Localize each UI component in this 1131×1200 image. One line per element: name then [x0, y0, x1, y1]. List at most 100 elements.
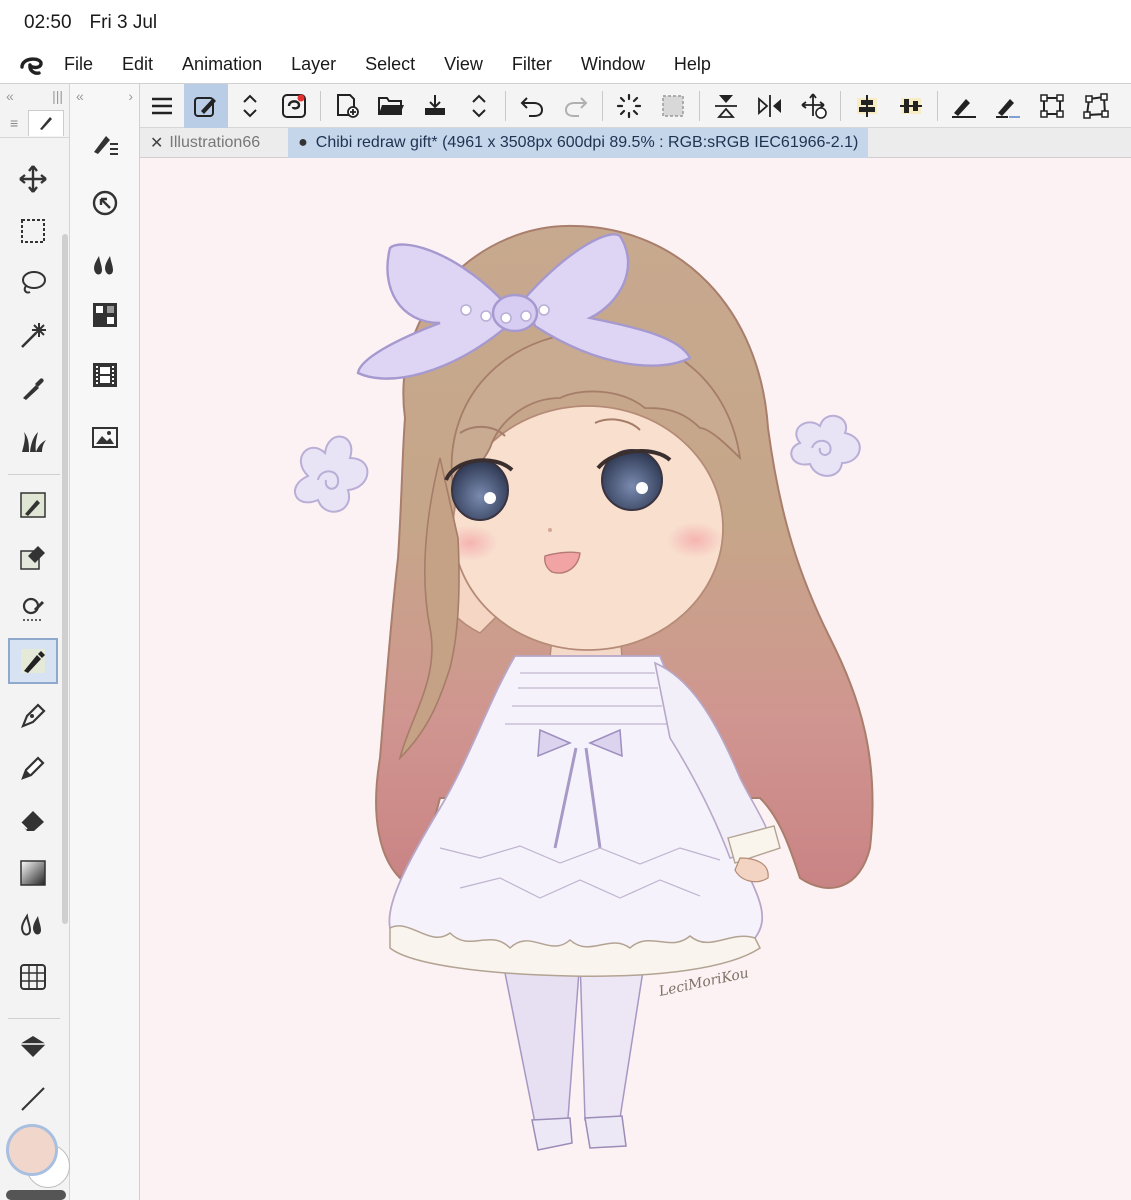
- color-mixing-icon[interactable]: [80, 242, 130, 288]
- tool-panel: « ||| ≡: [0, 84, 70, 1200]
- lasso-tool-icon[interactable]: [8, 260, 58, 306]
- menu-filter[interactable]: Filter: [512, 54, 552, 75]
- chevron-updown-icon[interactable]: [457, 84, 501, 128]
- tab-chibi-redraw[interactable]: ● Chibi redraw gift* (4961 x 3508px 600d…: [288, 127, 869, 158]
- shoes: [531, 1115, 627, 1151]
- hamburger-menu-icon[interactable]: [140, 84, 184, 128]
- marker-tool-icon[interactable]: [8, 744, 58, 790]
- menu-file[interactable]: File: [64, 54, 93, 75]
- flower-left: [294, 435, 369, 513]
- sub-tool-detail-icon[interactable]: [80, 120, 130, 166]
- rect-select-tool-icon[interactable]: [8, 208, 58, 254]
- right-leg: [579, 957, 646, 1121]
- menu-animation[interactable]: Animation: [182, 54, 262, 75]
- navigator-icon[interactable]: [80, 180, 130, 226]
- blend-tool-icon[interactable]: [8, 902, 58, 948]
- tool-tab-pen[interactable]: [28, 109, 65, 136]
- pencil-tool-icon[interactable]: [8, 638, 58, 684]
- menu-window[interactable]: Window: [581, 54, 645, 75]
- clear-selection-icon[interactable]: [651, 84, 695, 128]
- menu-help[interactable]: Help: [674, 54, 711, 75]
- tool-panel-scrollbar[interactable]: [62, 234, 68, 924]
- app-logo-icon[interactable]: [0, 53, 64, 77]
- menu-layer[interactable]: Layer: [291, 54, 336, 75]
- status-date: Fri 3 Jul: [89, 12, 158, 33]
- eyedropper-tool-icon[interactable]: [8, 364, 58, 410]
- color-set-icon[interactable]: [80, 292, 130, 338]
- brush-grass-tool-icon[interactable]: [8, 418, 58, 464]
- open-folder-icon[interactable]: [369, 84, 413, 128]
- eraser-tool-icon[interactable]: [8, 796, 58, 842]
- command-bar: [140, 83, 1131, 128]
- toolbar-separator: [320, 90, 321, 121]
- menu-view[interactable]: View: [444, 54, 483, 75]
- chevron-updown-icon[interactable]: [228, 84, 272, 128]
- toolbar-separator: [505, 90, 506, 121]
- cheek-right: [667, 522, 723, 558]
- companion-mode-icon[interactable]: [272, 84, 316, 128]
- fill-tool-icon[interactable]: [8, 534, 58, 580]
- undo-icon[interactable]: [510, 84, 554, 128]
- tool-group-tabs: ≡: [0, 108, 69, 138]
- panel-grip-icon[interactable]: |||: [52, 88, 63, 104]
- menu-lines-icon[interactable]: ≡: [10, 115, 18, 131]
- move-tool-icon[interactable]: [8, 156, 58, 202]
- collapse-left-icon[interactable]: «: [6, 88, 14, 104]
- tool-separator: [8, 1018, 60, 1019]
- timeline-icon[interactable]: [80, 352, 130, 398]
- menu-bar: File Edit Animation Layer Select View Fi…: [0, 46, 1131, 84]
- menu-edit[interactable]: Edit: [122, 54, 153, 75]
- left-eye-shine: [484, 492, 496, 504]
- material-icon[interactable]: [80, 414, 130, 460]
- document-tabs: ✕ Illustration66 ● Chibi redraw gift* (4…: [140, 127, 1131, 158]
- loading-spinner-icon[interactable]: [607, 84, 651, 128]
- flip-vertical-icon[interactable]: [704, 84, 748, 128]
- color-mode-bar[interactable]: [6, 1190, 66, 1200]
- save-icon[interactable]: [413, 84, 457, 128]
- drawing-canvas[interactable]: LeciMoriKou: [140, 158, 1131, 1200]
- expand-icon[interactable]: ›: [128, 88, 133, 104]
- sub-tool-panel-header: « ›: [70, 84, 139, 108]
- toolbar-separator: [602, 90, 603, 121]
- toolbar-separator: [699, 90, 700, 121]
- frame-tool-icon[interactable]: [8, 954, 58, 1000]
- nose: [548, 528, 552, 532]
- chibi-artwork: LeciMoriKou: [294, 224, 874, 1151]
- left-leg: [501, 957, 581, 1124]
- line-tool-icon[interactable]: [8, 1076, 58, 1122]
- ruler-snap-icon[interactable]: [986, 84, 1030, 128]
- gradient-tool-icon[interactable]: [8, 850, 58, 896]
- flip-horizontal-icon[interactable]: [748, 84, 792, 128]
- paint-bucket-tool-icon[interactable]: [8, 1024, 58, 1070]
- status-bar: 02:50 Fri 3 Jul: [0, 0, 1131, 46]
- decoration-tool-icon[interactable]: [8, 586, 58, 632]
- status-time: 02:50: [24, 12, 72, 33]
- align-center-icon[interactable]: [845, 84, 889, 128]
- main-color-swatch[interactable]: [6, 1124, 58, 1176]
- new-canvas-icon[interactable]: [325, 84, 369, 128]
- left-eye: [451, 459, 509, 521]
- transform-icon[interactable]: [792, 84, 836, 128]
- ink-pen-tool-icon[interactable]: [8, 692, 58, 738]
- tool-separator: [8, 474, 60, 475]
- free-transform-icon[interactable]: [1074, 84, 1118, 128]
- menu-select[interactable]: Select: [365, 54, 415, 75]
- magic-wand-tool-icon[interactable]: [8, 312, 58, 358]
- ruler-pen-icon[interactable]: [942, 84, 986, 128]
- close-tab-icon[interactable]: ✕: [150, 133, 163, 153]
- unsaved-dot-icon: ●: [298, 133, 308, 151]
- toolbar-separator: [840, 90, 841, 121]
- tab-illustration66[interactable]: ✕ Illustration66: [140, 128, 270, 158]
- tool-panel-header: « |||: [0, 84, 69, 108]
- quick-access-icon[interactable]: [184, 83, 228, 128]
- sub-tool-panel: « ›: [70, 84, 140, 1200]
- crop-frame-icon[interactable]: [1030, 84, 1074, 128]
- redo-icon[interactable]: [554, 84, 598, 128]
- collapse-icon[interactable]: «: [76, 88, 84, 104]
- toolbar-separator: [937, 90, 938, 121]
- align-middle-icon[interactable]: [889, 84, 933, 128]
- tab-label: Illustration66: [169, 133, 261, 151]
- flower-right-top: [790, 414, 861, 477]
- pen-vector-tool-icon[interactable]: [8, 482, 58, 528]
- right-eye-shine: [636, 482, 648, 494]
